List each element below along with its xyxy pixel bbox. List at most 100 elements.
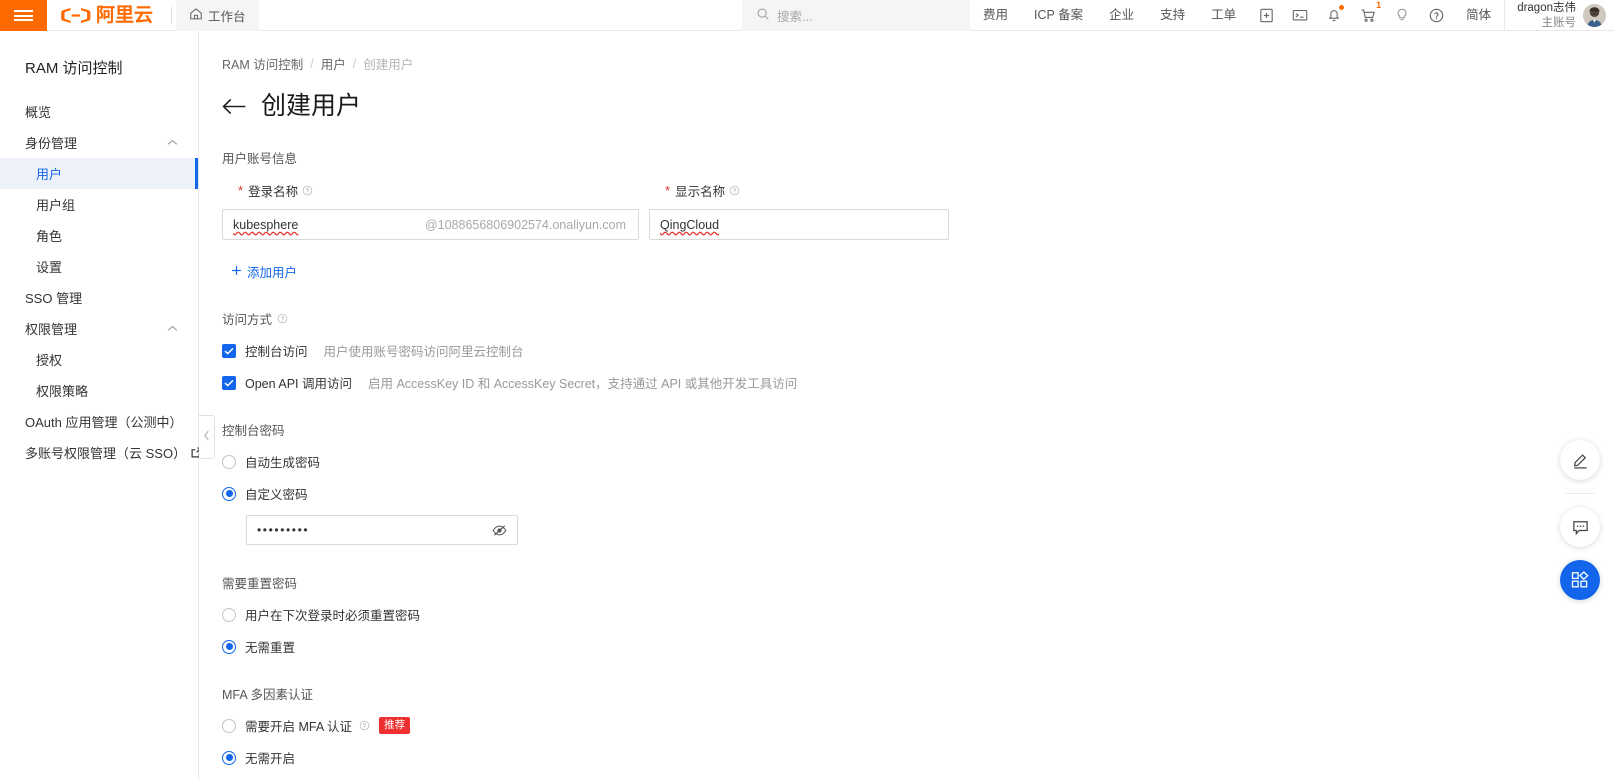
help-circle-icon[interactable] [1419,0,1453,31]
nav-billing[interactable]: 费用 [970,0,1021,31]
sidebar-item-permission-management[interactable]: 权限管理 [0,313,198,344]
radio-unchecked-icon[interactable] [222,607,236,622]
question-circle-icon[interactable] [302,185,313,196]
no-reset-password-radio[interactable] [222,639,236,654]
reset-password-section-label: 需要重置密码 [199,573,1614,592]
disable-mfa-option[interactable]: 无需开启 [199,748,1614,767]
sidebar-item-sso-management[interactable]: SSO 管理 [0,282,198,313]
auto-generate-password-option[interactable]: 自动生成密码 [199,452,1614,471]
radio-checked-icon[interactable] [222,486,236,501]
breadcrumb: RAM 访问控制 / 用户 / 创建用户 [199,31,1614,73]
no-reset-password-option[interactable]: 无需重置 [199,637,1614,656]
sidebar-item-oauth-apps[interactable]: OAuth 应用管理（公测中） [0,406,198,437]
custom-password-option[interactable]: 自定义密码 [199,484,1614,503]
console-access-checkbox[interactable] [222,343,236,358]
account-info-section-label: 用户账号信息 [222,152,298,166]
sidebar-item-label: 用户 [36,167,63,182]
nav-support[interactable]: 支持 [1147,0,1198,31]
sidebar-item-label: 权限策略 [36,384,89,399]
custom-password-radio[interactable] [222,486,236,501]
console-access-label: 控制台访问 [245,345,308,359]
nav-enterprise[interactable]: 企业 [1096,0,1147,31]
no-reset-password-label: 无需重置 [245,641,296,655]
sidebar-item-permission-policies[interactable]: 权限策略 [0,375,198,406]
language-switch[interactable]: 简体 [1453,0,1504,30]
radio-checked-icon[interactable] [222,639,236,654]
nav-ticket[interactable]: 工单 [1198,0,1249,31]
feedback-pencil-icon[interactable] [1560,440,1600,480]
hamburger-icon[interactable] [0,0,47,31]
user-profile-menu[interactable]: dragon志伟 主账号 [1504,0,1614,31]
sidebar-item-roles[interactable]: 角色 [0,220,198,251]
sidebar-item-overview[interactable]: 概览 [0,96,198,127]
required-marker: * [665,183,671,198]
checkbox-checked-icon[interactable] [222,343,236,358]
console-access-option[interactable]: 控制台访问 用户使用账号密码访问阿里云控制台 [199,341,1614,360]
sidebar-collapse-toggle[interactable] [199,415,215,459]
terminal-icon[interactable] [1283,0,1317,31]
must-reset-password-option[interactable]: 用户在下次登录时必须重置密码 [199,605,1614,624]
workbench-button[interactable]: 工作台 [176,0,259,31]
breadcrumb-item-users[interactable]: 用户 [321,54,346,73]
nav-icp[interactable]: ICP 备案 [1021,0,1096,31]
sidebar-item-users[interactable]: 用户 [0,158,198,189]
user-role: 主账号 [1541,16,1577,29]
sidebar-item-settings[interactable]: 设置 [0,251,198,282]
app-grid-icon[interactable] [1560,560,1600,600]
aliyun-logo[interactable]: 阿里云 [47,0,167,30]
login-name-input[interactable]: kubesphere @1088656806902574.onaliyun.co… [222,209,639,240]
disable-mfa-radio[interactable] [222,750,236,765]
cart-icon[interactable]: 1 [1351,0,1385,31]
login-name-label-text: 登录名称 [248,185,299,199]
avatar[interactable] [1583,4,1606,27]
enable-mfa-option[interactable]: 需要开启 MFA 认证 推荐 [199,716,1614,735]
arrow-left-icon[interactable] [222,97,247,116]
radio-unchecked-icon[interactable] [222,454,236,469]
password-field-wrapper: ••••••••• [222,515,1614,545]
bell-icon[interactable] [1317,0,1351,31]
breadcrumb-item-ram[interactable]: RAM 访问控制 [222,54,303,73]
eye-off-icon[interactable] [492,524,507,537]
login-name-value: kubesphere [233,217,299,232]
question-circle-icon[interactable] [359,720,370,731]
question-circle-icon[interactable] [277,313,288,324]
sidebar-item-label: 身份管理 [25,136,78,151]
account-info-form-row: * 登录名称 kubesphere @1088656806902574.onal… [199,181,1614,240]
sidebar-item-grants[interactable]: 授权 [0,344,198,375]
login-name-label: * 登录名称 [222,181,639,200]
sidebar-item-label: 角色 [36,229,63,244]
password-input[interactable]: ••••••••• [246,515,518,545]
display-name-label-text: 显示名称 [675,185,726,199]
sidebar-item-identity-management[interactable]: 身份管理 [0,127,198,158]
chat-bubble-icon[interactable] [1560,507,1600,547]
radio-unchecked-icon[interactable] [222,718,236,733]
idea-bulb-icon[interactable] [1385,0,1419,31]
question-circle-icon[interactable] [729,185,740,196]
add-user-button[interactable]: 添加用户 [222,262,297,281]
auto-generate-password-label: 自动生成密码 [245,456,321,470]
sidebar-item-label: OAuth 应用管理（公测中） [25,415,183,430]
sidebar-item-label: SSO 管理 [25,291,83,306]
breadcrumb-item-create-user: 创建用户 [363,58,414,72]
checkbox-checked-icon[interactable] [222,375,236,390]
openapi-access-option[interactable]: Open API 调用访问 启用 AccessKey ID 和 AccessKe… [199,373,1614,392]
enable-mfa-radio[interactable] [222,718,236,733]
search-input[interactable]: 搜索... [742,0,971,31]
search-icon [756,7,770,24]
sidebar-item-multi-account-sso[interactable]: 多账号权限管理（云 SSO） [0,437,202,468]
openapi-access-checkbox[interactable] [222,375,236,390]
header-nav-links: 费用 ICP 备案 企业 支持 工单 [970,0,1249,30]
must-reset-password-label: 用户在下次登录时必须重置密码 [245,609,421,623]
sidebar-item-user-groups[interactable]: 用户组 [0,189,198,220]
dock-divider [1566,493,1594,494]
must-reset-password-radio[interactable] [222,607,236,622]
cart-count-badge: 1 [1376,0,1382,10]
radio-checked-icon[interactable] [222,750,236,765]
app-switch-icon[interactable] [1249,0,1283,31]
mfa-label-text: MFA 多因素认证 [222,688,313,702]
console-access-desc: 用户使用账号密码访问阿里云控制台 [323,345,524,359]
auto-generate-password-radio[interactable] [222,454,236,469]
display-name-input[interactable]: QingCloud [649,209,949,240]
display-name-value: QingCloud [660,217,720,232]
breadcrumb-separator: / [310,56,314,71]
